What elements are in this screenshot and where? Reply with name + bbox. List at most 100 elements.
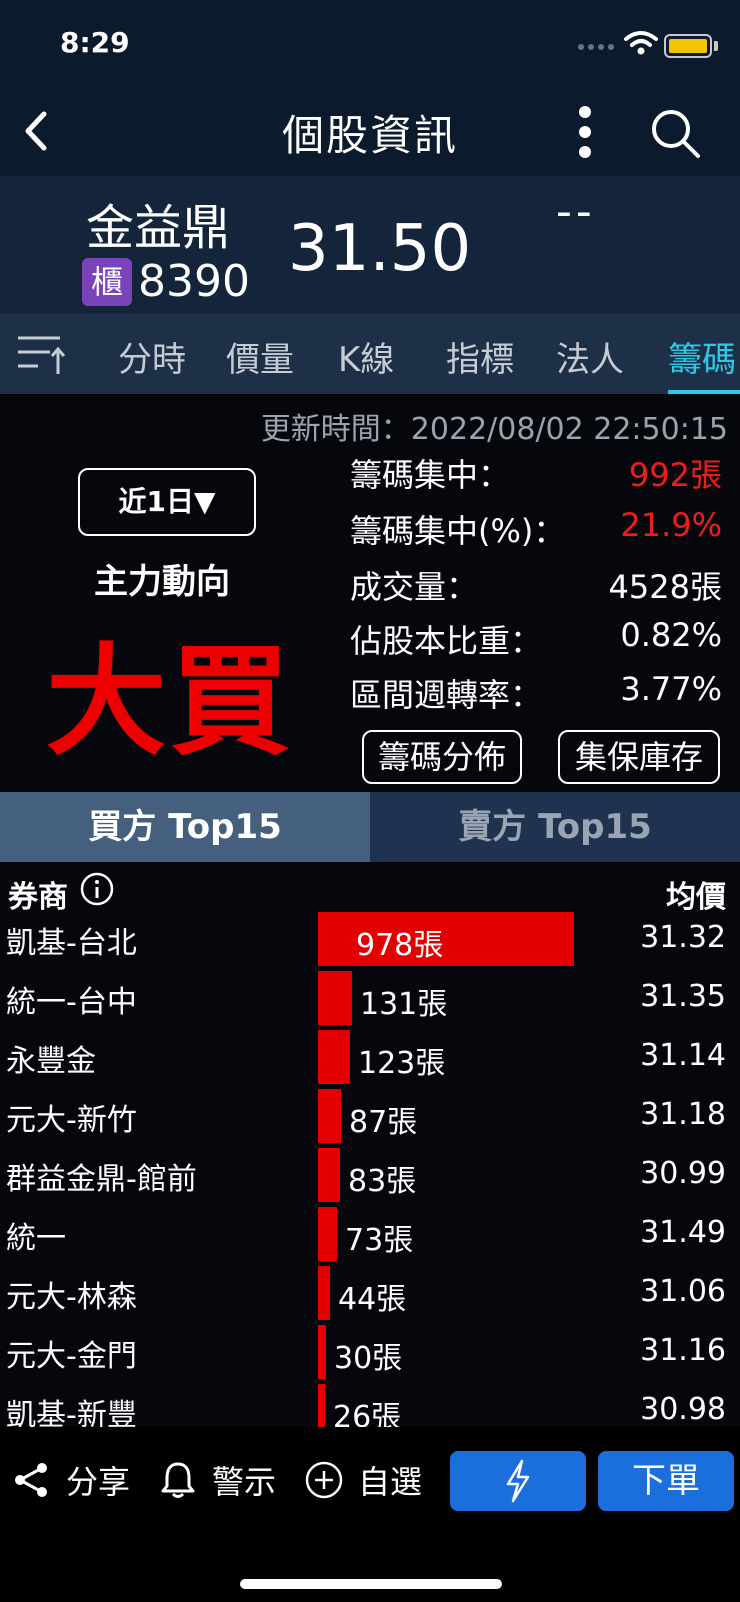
average-price: 31.35 xyxy=(640,979,726,1014)
nav-bar: 個股資訊 xyxy=(0,90,740,176)
page-title: 個股資訊 xyxy=(281,111,458,160)
average-price: 31.06 xyxy=(640,1274,726,1309)
stat-value-concentration: 992張 xyxy=(628,456,722,494)
broker-row[interactable]: 統一 73張 31.49 xyxy=(0,1203,740,1262)
stock-change: -- xyxy=(556,186,596,237)
tab-intraday[interactable]: 分時 xyxy=(118,332,186,381)
wifi-icon xyxy=(624,31,658,55)
broker-name: 元大-金門 xyxy=(6,1339,137,1374)
broker-table: 券商 均價 凱基-台北 978張 31.32 統一-台中 131張 31.35 永豐金 123… xyxy=(0,862,740,1427)
battery-tip xyxy=(714,41,718,51)
buy-quantity: 73張 xyxy=(345,1223,414,1258)
broker-row[interactable]: 永豐金 123張 31.14 xyxy=(0,1026,740,1085)
share-icon xyxy=(15,1463,47,1497)
search-icon[interactable] xyxy=(648,106,702,160)
buy-sell-tabs: 買方 Top15 賣方 Top15 xyxy=(0,792,740,862)
info-icon[interactable] xyxy=(80,872,114,906)
update-time: 更新時間：2022/08/02 22:50:15 xyxy=(260,412,728,447)
buy-quantity: 83張 xyxy=(348,1164,417,1199)
stat-label-concentration-pct: 籌碼集中(%)： xyxy=(350,512,566,550)
average-price: 31.18 xyxy=(640,1097,726,1132)
broker-row[interactable]: 元大-金門 30張 31.16 xyxy=(0,1321,740,1380)
buy-quantity: 123張 xyxy=(358,1046,446,1081)
stock-code: 8390 xyxy=(138,256,250,307)
stat-value-capital-ratio: 0.82% xyxy=(620,616,722,654)
average-price: 30.98 xyxy=(640,1392,726,1427)
volume-bar xyxy=(318,1089,341,1143)
depository-inventory-button[interactable]: 集保庫存 xyxy=(558,730,720,784)
broker-name: 元大-林森 xyxy=(6,1280,137,1315)
market-badge: 櫃 xyxy=(82,258,132,306)
broker-row[interactable]: 群益金鼎-館前 83張 30.99 xyxy=(0,1144,740,1203)
broker-name: 統一 xyxy=(6,1221,66,1256)
share-label: 分享 xyxy=(66,1463,131,1501)
volume-bar xyxy=(318,1207,337,1261)
home-indicator xyxy=(240,1579,502,1589)
status-time: 8:29 xyxy=(60,26,130,59)
more-options-icon[interactable] xyxy=(570,102,600,162)
battery-icon xyxy=(664,34,712,58)
stat-label-concentration: 籌碼集中： xyxy=(350,456,511,494)
chip-distribution-button[interactable]: 籌碼分佈 xyxy=(362,730,522,784)
average-price: 30.99 xyxy=(640,1156,726,1191)
stat-value-volume: 4528張 xyxy=(608,568,722,606)
main-force-value: 大買 xyxy=(46,633,294,772)
broker-row[interactable]: 元大-林森 44張 31.06 xyxy=(0,1262,740,1321)
tab-chips[interactable]: 籌碼 xyxy=(668,332,736,381)
volume-bar xyxy=(318,1030,350,1084)
bottom-action-bar: 分享 警示 自選 下單 xyxy=(0,1427,740,1602)
watchlist-label: 自選 xyxy=(358,1463,423,1501)
share-action[interactable]: 分享 xyxy=(12,1457,130,1503)
volume-bar xyxy=(318,1325,326,1379)
sort-menu-icon[interactable] xyxy=(16,332,66,376)
tab-bar: 分時 價量 K線 指標 法人 籌碼 xyxy=(0,314,740,394)
volume-bar xyxy=(318,1148,340,1202)
tab-indicators[interactable]: 指標 xyxy=(446,332,514,381)
average-price: 31.16 xyxy=(640,1333,726,1368)
broker-row[interactable]: 元大-新竹 87張 31.18 xyxy=(0,1085,740,1144)
cellular-signal-icon xyxy=(578,44,614,50)
lightning-icon xyxy=(506,1459,530,1503)
volume-bar xyxy=(318,971,352,1025)
stat-value-concentration-pct: 21.9% xyxy=(620,506,722,544)
broker-row[interactable]: 統一-台中 131張 31.35 xyxy=(0,967,740,1026)
main-force-label: 主力動向 xyxy=(94,562,230,602)
status-bar: 8:29 xyxy=(0,0,740,90)
add-circle-icon xyxy=(305,1461,343,1499)
buy-quantity: 131張 xyxy=(360,987,448,1022)
broker-name: 元大-新竹 xyxy=(6,1103,137,1138)
broker-row[interactable]: 凱基-新豐 26張 30.98 xyxy=(0,1380,740,1427)
stat-label-capital-ratio: 佔股本比重： xyxy=(350,622,543,660)
volume-bar xyxy=(318,1384,325,1427)
broker-name: 凱基-新豐 xyxy=(6,1398,137,1427)
stat-value-turnover: 3.77% xyxy=(620,670,722,708)
alert-action[interactable]: 警示 xyxy=(158,1457,276,1503)
tab-price-volume[interactable]: 價量 xyxy=(226,332,294,381)
buy-quantity: 26張 xyxy=(333,1400,402,1427)
broker-name: 統一-台中 xyxy=(6,985,137,1020)
tab-k-line[interactable]: K線 xyxy=(338,332,394,381)
stock-header: 金益鼎 櫃 8390 31.50 -- xyxy=(0,176,740,314)
stock-name: 金益鼎 xyxy=(86,200,231,256)
chip-summary-panel: 更新時間：2022/08/02 22:50:15 近1日▼ 主力動向 大買 籌碼… xyxy=(0,394,740,792)
period-selector-button[interactable]: 近1日▼ xyxy=(78,468,256,536)
volume-bar xyxy=(318,1266,330,1320)
alert-label: 警示 xyxy=(212,1463,277,1501)
broker-name: 凱基-台北 xyxy=(6,926,137,961)
stat-label-turnover: 區間週轉率： xyxy=(350,676,543,714)
broker-name: 群益金鼎-館前 xyxy=(6,1162,197,1197)
tab-institutional[interactable]: 法人 xyxy=(556,332,624,381)
broker-row[interactable]: 凱基-台北 978張 31.32 xyxy=(0,908,740,967)
tab-sell-top15[interactable]: 賣方 Top15 xyxy=(370,792,740,862)
tab-buy-top15[interactable]: 買方 Top15 xyxy=(0,792,370,862)
buy-quantity: 30張 xyxy=(334,1341,403,1376)
watchlist-action[interactable]: 自選 xyxy=(304,1457,422,1503)
buy-quantity: 87張 xyxy=(349,1105,418,1140)
place-order-button[interactable]: 下單 xyxy=(598,1451,734,1511)
quick-order-button[interactable] xyxy=(450,1451,586,1511)
average-price: 31.32 xyxy=(640,920,726,955)
stock-price: 31.50 xyxy=(288,212,472,286)
average-price: 31.14 xyxy=(640,1038,726,1073)
broker-name: 永豐金 xyxy=(6,1044,96,1079)
buy-quantity: 44張 xyxy=(338,1282,407,1317)
